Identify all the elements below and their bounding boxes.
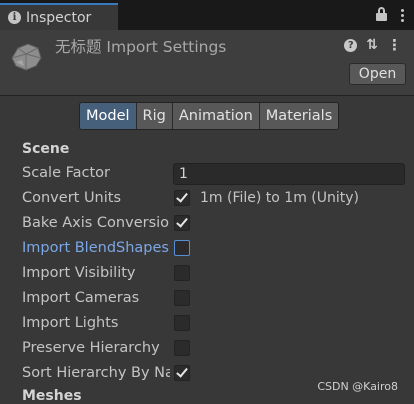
import-lights-label: Import Lights xyxy=(22,315,119,331)
sort-hierarchy-checkbox[interactable] xyxy=(174,365,190,381)
scale-factor-label: Scale Factor xyxy=(22,165,111,181)
import-lights-row: Import Lights xyxy=(22,313,414,335)
watermark: CSDN @Kairo8 xyxy=(317,380,398,393)
checkmark-icon xyxy=(176,365,188,378)
import-lights-checkbox[interactable] xyxy=(174,315,190,331)
tab-model[interactable]: Model xyxy=(80,103,136,129)
preserve-hierarchy-label: Preserve Hierarchy xyxy=(22,340,160,356)
meshes-section-title: Meshes xyxy=(22,388,82,404)
help-icon[interactable]: ? xyxy=(344,38,358,52)
header-tools: ? ⇅ ⋮ xyxy=(344,36,402,54)
bake-axis-label: Bake Axis Conversion xyxy=(22,215,170,231)
asset-model-icon xyxy=(11,43,42,71)
more-options-icon[interactable] xyxy=(401,7,404,22)
tab-animation[interactable]: Animation xyxy=(171,103,259,129)
sort-hierarchy-label: Sort Hierarchy By Name xyxy=(22,365,170,381)
preserve-hierarchy-row: Preserve Hierarchy xyxy=(22,338,414,360)
bake-axis-checkbox[interactable] xyxy=(174,215,190,231)
scale-factor-field[interactable]: 1 xyxy=(173,163,405,185)
scale-factor-row: Scale Factor 1 xyxy=(22,163,414,185)
tab-tools xyxy=(376,7,404,22)
tab-materials[interactable]: Materials xyxy=(258,103,339,129)
preset-icon[interactable]: ⇅ xyxy=(366,37,378,53)
import-visibility-label: Import Visibility xyxy=(22,265,136,281)
tab-label: Inspector xyxy=(26,9,92,26)
import-visibility-row: Import Visibility xyxy=(22,263,414,285)
import-blendshapes-row: Import BlendShapes xyxy=(22,238,414,260)
open-button[interactable]: Open xyxy=(349,63,406,85)
preserve-hierarchy-checkbox[interactable] xyxy=(174,340,190,356)
convert-units-label: Convert Units xyxy=(22,190,122,206)
import-mode-tabs: Model Rig Animation Materials xyxy=(79,102,340,130)
import-cameras-row: Import Cameras xyxy=(22,288,414,310)
import-cameras-label: Import Cameras xyxy=(22,290,140,306)
import-visibility-checkbox[interactable] xyxy=(174,265,190,281)
convert-units-row: Convert Units 1m (File) to 1m (Unity) xyxy=(22,188,414,210)
tab-rig[interactable]: Rig xyxy=(135,103,172,129)
bake-axis-row: Bake Axis Conversion xyxy=(22,213,414,235)
import-blendshapes-label: Import BlendShapes xyxy=(22,240,169,256)
checkmark-icon xyxy=(176,190,188,203)
import-cameras-checkbox[interactable] xyxy=(174,290,190,306)
info-icon: i xyxy=(8,11,21,24)
convert-units-detail: 1m (File) to 1m (Unity) xyxy=(200,190,360,206)
checkmark-icon xyxy=(176,215,188,228)
convert-units-checkbox[interactable] xyxy=(174,190,190,206)
tab-inspector[interactable]: i Inspector xyxy=(0,3,118,30)
inspector-header: 无标题 Import Settings ? ⇅ ⋮ Open xyxy=(0,30,414,96)
scene-section-title: Scene xyxy=(22,141,70,157)
page-title: 无标题 Import Settings xyxy=(55,38,227,56)
context-menu-icon[interactable]: ⋮ xyxy=(387,36,402,54)
import-blendshapes-checkbox[interactable] xyxy=(174,240,190,256)
window-tab-bar: i Inspector xyxy=(0,0,414,30)
lock-icon[interactable] xyxy=(376,7,387,21)
